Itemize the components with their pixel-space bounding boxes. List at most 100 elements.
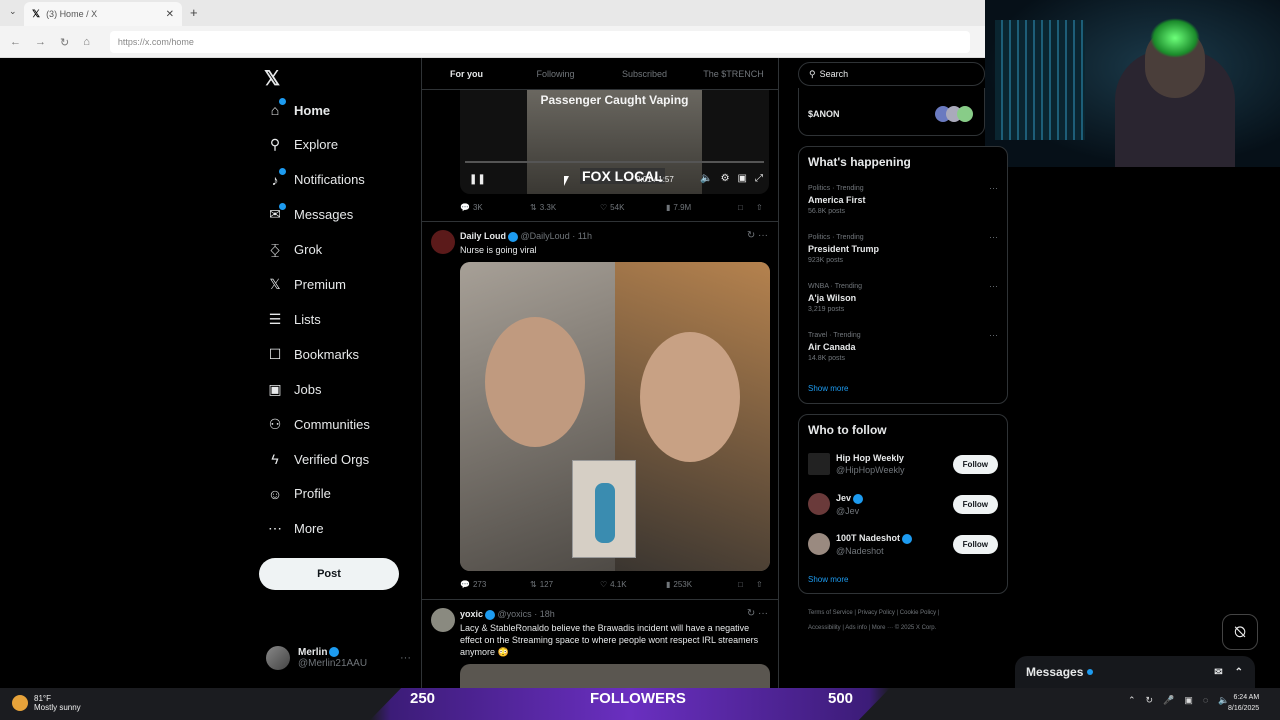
grok-floating-button[interactable]: ⦰ <box>1222 614 1258 650</box>
follow-button[interactable]: Follow <box>952 534 998 554</box>
sync-icon[interactable]: ↻ <box>1146 695 1154 706</box>
views-button[interactable]: ▮ 253K <box>666 580 738 589</box>
video-player[interactable]: Passenger Caught Vaping FOX LOCAL ❚❚ 0:0… <box>460 90 769 194</box>
follow-button[interactable]: Follow <box>952 454 998 474</box>
footer-line[interactable]: Terms of Service | Privacy Policy | Cook… <box>808 606 998 621</box>
tweet-image[interactable] <box>460 262 770 571</box>
like-button[interactable]: ♡ 54K <box>600 203 666 212</box>
tweet-more-icon[interactable]: ↻ ··· <box>747 608 768 619</box>
trend-item[interactable]: Politics · Trending America First 56.8K … <box>808 183 998 215</box>
address-row: ← → ↻ ⌂ https://x.com/home <box>0 26 985 58</box>
reply-button[interactable]: 💬 3K <box>460 203 530 212</box>
tab-subscribed[interactable]: Subscribed <box>600 58 689 89</box>
chevron-up-icon[interactable]: ⌃ <box>1128 695 1136 706</box>
reload-icon[interactable]: ↻ <box>60 36 69 49</box>
nav-item-profile[interactable]: ☺ Profile <box>266 482 331 506</box>
post-button[interactable]: Post <box>259 558 399 590</box>
mic-icon[interactable]: 🎤 <box>1163 695 1174 706</box>
mute-icon[interactable]: 🔈 <box>700 173 712 184</box>
avatar[interactable] <box>431 608 455 632</box>
tweet-more-icon[interactable]: ↻ ··· <box>747 230 768 241</box>
views-button[interactable]: ▮ 7.9M <box>666 203 738 212</box>
tweet-author[interactable]: Daily Loud <box>460 231 506 241</box>
browser-tab[interactable]: 𝕏 (3) Home / X ✕ <box>24 2 182 26</box>
tab-trench[interactable]: The $TRENCH <box>689 58 778 89</box>
new-tab-icon[interactable]: + <box>190 5 198 20</box>
nav-label: Home <box>294 102 331 118</box>
follow-suggestion[interactable]: Hip Hop Weekly @HipHopWeekly Follow <box>808 453 998 475</box>
nav-item-lists[interactable]: ☰ Lists <box>266 307 321 331</box>
bookmark-icon[interactable]: □ <box>738 203 756 212</box>
tab-for-you[interactable]: For you <box>422 58 511 89</box>
trend-item[interactable]: Travel · Trending Air Canada 14.8K posts… <box>808 330 998 362</box>
show-more-link[interactable]: Show more <box>808 384 848 393</box>
address-bar[interactable]: https://x.com/home <box>109 31 970 53</box>
x-logo-icon[interactable]: 𝕏 <box>264 66 280 91</box>
follower-count: 250 <box>410 690 436 707</box>
nav-item-jobs[interactable]: ▣ Jobs <box>266 377 321 401</box>
like-button[interactable]: ♡ 4.1K <box>600 580 666 589</box>
nav-item-explore[interactable]: ⚲ Explore <box>266 133 338 157</box>
nav-item-home[interactable]: ⌂ Home <box>266 98 330 122</box>
pip-icon[interactable]: ▣ <box>738 173 747 184</box>
close-tab-icon[interactable]: ✕ <box>166 9 174 20</box>
avatar[interactable] <box>431 230 455 254</box>
video-time: 0:01 / 1:57 <box>636 175 674 184</box>
display-icon[interactable]: ▣ <box>1184 695 1193 706</box>
tweet-author[interactable]: yoxic <box>460 609 483 619</box>
nav-item-communities[interactable]: ⚇ Communities <box>266 412 370 436</box>
tweet-handle[interactable]: @yoxics <box>498 609 532 619</box>
tweet-image[interactable] <box>460 664 770 688</box>
expand-icon[interactable]: ⌃ <box>1235 667 1243 678</box>
share-icon[interactable]: ⇧ <box>756 203 763 212</box>
verified-badge-icon <box>329 647 340 658</box>
more-dots-icon[interactable]: ··· <box>989 232 998 242</box>
repost-button[interactable]: ⇅ 127 <box>530 580 600 589</box>
follow-suggestion[interactable]: Jev @Jev Follow <box>808 493 998 516</box>
clock[interactable]: 6:24 AM 8/16/2025 <box>1228 692 1259 714</box>
follow-button[interactable]: Follow <box>952 494 998 514</box>
more-dots-icon[interactable]: ··· <box>989 183 998 193</box>
video-progress-bar[interactable] <box>465 161 764 163</box>
nav-item-verified-orgs[interactable]: ϟ Verified Orgs <box>266 447 369 471</box>
trend-item[interactable]: Politics · Trending President Trump 923K… <box>808 232 998 264</box>
tweet-time[interactable]: · 11h <box>572 231 592 241</box>
wifi-icon[interactable]: ◌ <box>1203 695 1208 706</box>
compose-message-icon[interactable]: ✉ <box>1214 667 1222 678</box>
more-dots-icon[interactable]: ··· <box>400 652 411 664</box>
more-dots-icon[interactable]: ··· <box>989 330 998 340</box>
nav-item-premium[interactable]: 𝕏 Premium <box>266 273 346 297</box>
nav-item-grok[interactable]: ⧰ Grok <box>266 238 322 262</box>
tab-list-chevron-icon[interactable]: ⌄ <box>9 6 17 17</box>
tab-following[interactable]: Following <box>511 58 600 89</box>
follow-suggestion[interactable]: 100T Nadeshot @Nadeshot Follow <box>808 533 998 556</box>
trend-count: 14.8K posts <box>808 355 845 362</box>
fullscreen-icon[interactable]: ⤢ <box>755 173 763 184</box>
nav-item-bookmarks[interactable]: ☐ Bookmarks <box>266 342 359 366</box>
account-switcher[interactable]: Merlin @Merlin21AAU ··· <box>266 646 411 670</box>
nav-item-more[interactable]: ⋯ More <box>266 517 324 541</box>
show-more-link[interactable]: Show more <box>808 575 848 584</box>
back-icon[interactable]: ← <box>10 36 21 48</box>
tweet-handle[interactable]: @DailyLoud <box>521 231 570 241</box>
forward-icon[interactable]: → <box>35 36 46 48</box>
trend-item[interactable]: WNBA · Trending A'ja Wilson 3,219 posts … <box>808 281 998 313</box>
trend-category: WNBA · Trending <box>808 283 863 290</box>
tab-title: (3) Home / X <box>46 9 98 19</box>
more-dots-icon[interactable]: ··· <box>989 281 998 291</box>
nav-item-messages[interactable]: ✉ Messages <box>266 202 353 227</box>
home-browser-icon[interactable]: ⌂ <box>83 36 90 48</box>
repost-button[interactable]: ⇅ 3.3K <box>530 203 600 212</box>
share-icon[interactable]: ⇧ <box>756 580 763 589</box>
weather-widget[interactable]: 81°F Mostly sunny <box>12 694 81 712</box>
footer-line[interactable]: Accessibility | Ads info | More ··· © 20… <box>808 621 998 636</box>
messages-drawer[interactable]: Messages ✉ ⌃ <box>1015 656 1255 688</box>
search-input[interactable]: ⚲ Search <box>798 62 985 86</box>
pause-icon[interactable]: ❚❚ <box>469 174 486 185</box>
nav-item-notifications[interactable]: ♪ Notifications <box>266 167 365 192</box>
bookmark-icon[interactable]: □ <box>738 580 756 589</box>
briefcase-icon: ▣ <box>268 380 282 397</box>
tweet-time[interactable]: · 18h <box>534 609 555 619</box>
reply-button[interactable]: 💬 273 <box>460 580 530 589</box>
settings-icon[interactable]: ⚙ <box>721 173 730 184</box>
